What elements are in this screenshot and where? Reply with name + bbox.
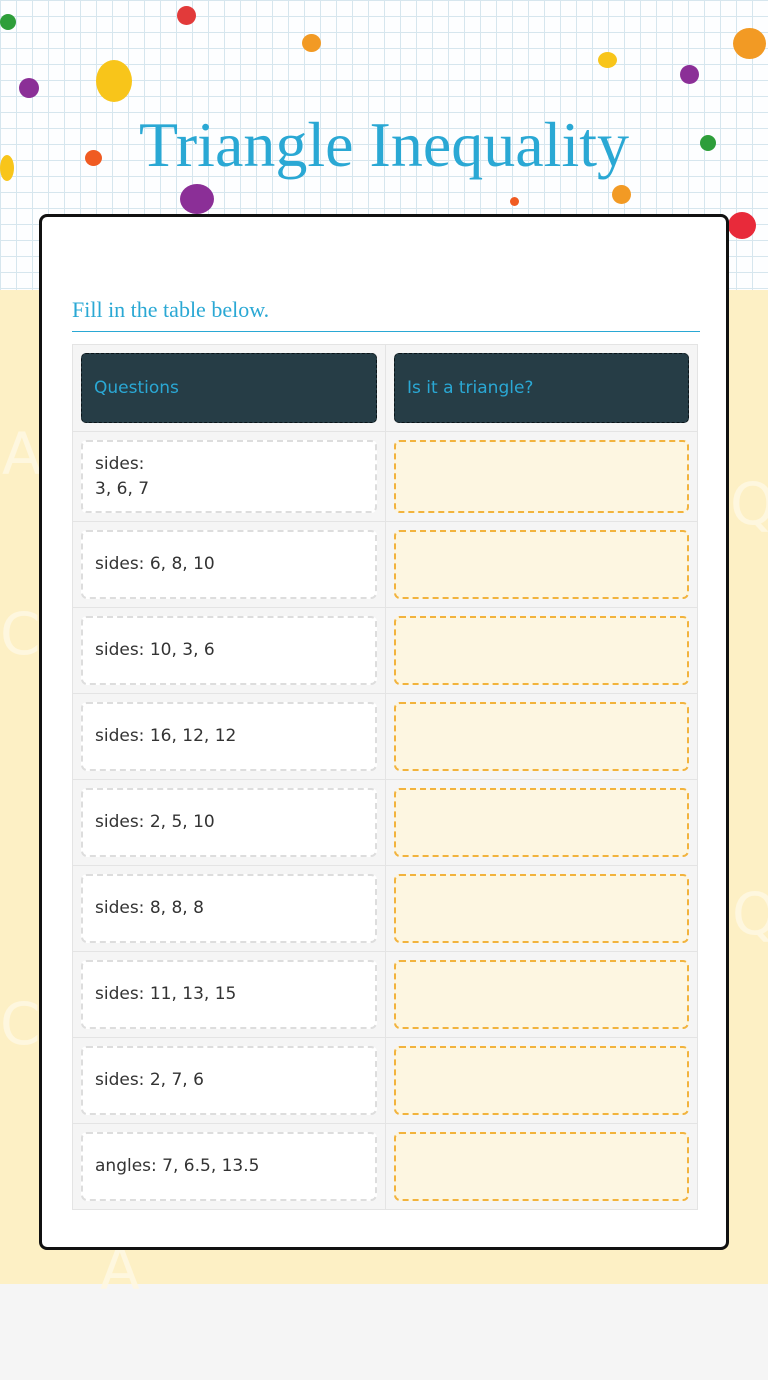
table-row: sides: 2, 7, 6 (73, 1037, 697, 1123)
answer-input[interactable] (394, 960, 689, 1029)
paint-splat-decoration (0, 14, 16, 30)
paint-splat-decoration (180, 184, 214, 214)
paint-splat-decoration (19, 78, 39, 98)
doodle-decoration: C (0, 600, 41, 668)
header-is-triangle: Is it a triangle? (394, 353, 689, 423)
question-cell: sides: 2, 7, 6 (81, 1046, 377, 1115)
question-cell: sides: 8, 8, 8 (81, 874, 377, 943)
paint-splat-decoration (680, 65, 699, 84)
answer-input[interactable] (394, 1132, 689, 1201)
question-cell: sides: 11, 13, 15 (81, 960, 377, 1029)
answer-input[interactable] (394, 1046, 689, 1115)
instruction-text: Fill in the table below. (72, 297, 700, 332)
answer-input[interactable] (394, 616, 689, 685)
table-row: sides: 16, 12, 12 (73, 693, 697, 779)
table-row: sides: 8, 8, 8 (73, 865, 697, 951)
answer-input[interactable] (394, 530, 689, 599)
answer-input[interactable] (394, 874, 689, 943)
paint-splat-decoration (728, 212, 756, 239)
question-table: Questions Is it a triangle? sides: 3, 6,… (72, 344, 698, 1210)
paint-splat-decoration (96, 60, 132, 102)
table-row: sides: 3, 6, 7 (73, 431, 697, 521)
doodle-decoration: A (2, 420, 42, 488)
table-row: angles: 7, 6.5, 13.5 (73, 1123, 697, 1209)
table-row: sides: 11, 13, 15 (73, 951, 697, 1037)
question-cell: sides: 3, 6, 7 (81, 440, 377, 513)
paint-splat-decoration (733, 28, 766, 59)
question-cell: sides: 6, 8, 10 (81, 530, 377, 599)
doodle-decoration: Q (732, 880, 768, 948)
doodle-decoration: C (0, 990, 41, 1058)
doodle-decoration: Q (730, 470, 768, 538)
answer-input[interactable] (394, 702, 689, 771)
table-row: sides: 10, 3, 6 (73, 607, 697, 693)
question-cell: angles: 7, 6.5, 13.5 (81, 1132, 377, 1201)
table-header-row: Questions Is it a triangle? (73, 345, 697, 431)
worksheet-card: Fill in the table below. Questions Is it… (39, 214, 729, 1250)
header-questions: Questions (81, 353, 377, 423)
question-cell: sides: 16, 12, 12 (81, 702, 377, 771)
paint-splat-decoration (177, 6, 196, 25)
answer-input[interactable] (394, 788, 689, 857)
table-row: sides: 6, 8, 10 (73, 521, 697, 607)
question-cell: sides: 10, 3, 6 (81, 616, 377, 685)
table-row: sides: 2, 5, 10 (73, 779, 697, 865)
page-title: Triangle Inequality (139, 109, 629, 180)
question-cell: sides: 2, 5, 10 (81, 788, 377, 857)
paint-splat-decoration (598, 52, 617, 68)
paint-splat-decoration (510, 197, 519, 206)
paint-splat-decoration (302, 34, 321, 52)
paint-splat-decoration (612, 185, 631, 204)
answer-input[interactable] (394, 440, 689, 513)
